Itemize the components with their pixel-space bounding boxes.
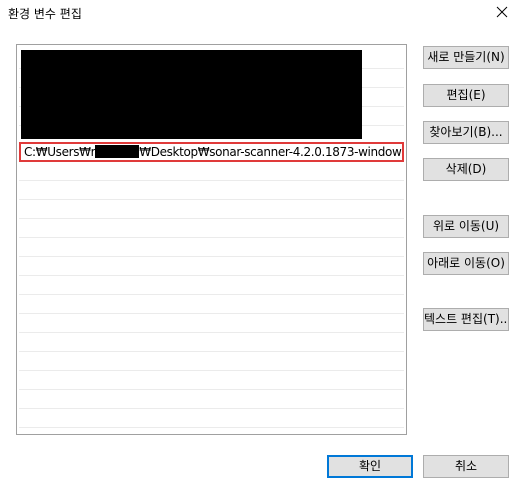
close-button[interactable] [487, 0, 517, 24]
list-item[interactable] [19, 238, 404, 257]
list-item[interactable] [19, 276, 404, 295]
list-item[interactable] [19, 219, 404, 238]
list-item[interactable] [19, 409, 404, 428]
edit-button[interactable]: 편집(E) [423, 84, 509, 107]
title-bar: 환경 변수 편집 [0, 0, 521, 26]
path-list[interactable]: C:₩Users₩r ₩Desktop₩sonar-scanner-4.2.0.1… [16, 44, 407, 435]
edit-environment-variable-dialog: 환경 변수 편집 C:₩Users₩r ₩Desktop₩sonar-scanne… [0, 0, 521, 494]
list-item[interactable] [19, 352, 404, 371]
new-button[interactable]: 새로 만들기(N) [423, 46, 509, 69]
redacted-username [95, 145, 140, 158]
ok-button[interactable]: 확인 [327, 455, 413, 478]
list-item[interactable] [19, 200, 404, 219]
path-entry-text: C:₩Users₩r ₩Desktop₩sonar-scanner-4.2.0.1… [24, 145, 402, 159]
move-down-button[interactable]: 아래로 이동(O) [423, 252, 509, 275]
list-item[interactable] [19, 390, 404, 409]
cancel-button[interactable]: 취소 [423, 455, 509, 478]
delete-button[interactable]: 삭제(D) [423, 158, 509, 181]
list-item[interactable] [19, 333, 404, 352]
move-up-button[interactable]: 위로 이동(U) [423, 215, 509, 238]
edit-text-button[interactable]: 텍스트 편집(T)... [423, 308, 509, 331]
dialog-title: 환경 변수 편집 [8, 7, 82, 21]
list-item[interactable] [19, 162, 404, 181]
list-item[interactable] [19, 181, 404, 200]
list-item[interactable] [19, 428, 404, 434]
list-item[interactable] [19, 371, 404, 390]
close-icon [496, 6, 508, 18]
redacted-entries [21, 50, 362, 139]
browse-button[interactable]: 찾아보기(B)... [423, 121, 509, 144]
list-item[interactable] [19, 314, 404, 333]
list-item[interactable] [19, 295, 404, 314]
list-item-selected-path[interactable]: C:₩Users₩r ₩Desktop₩sonar-scanner-4.2.0.1… [19, 142, 404, 162]
list-item[interactable] [19, 257, 404, 276]
